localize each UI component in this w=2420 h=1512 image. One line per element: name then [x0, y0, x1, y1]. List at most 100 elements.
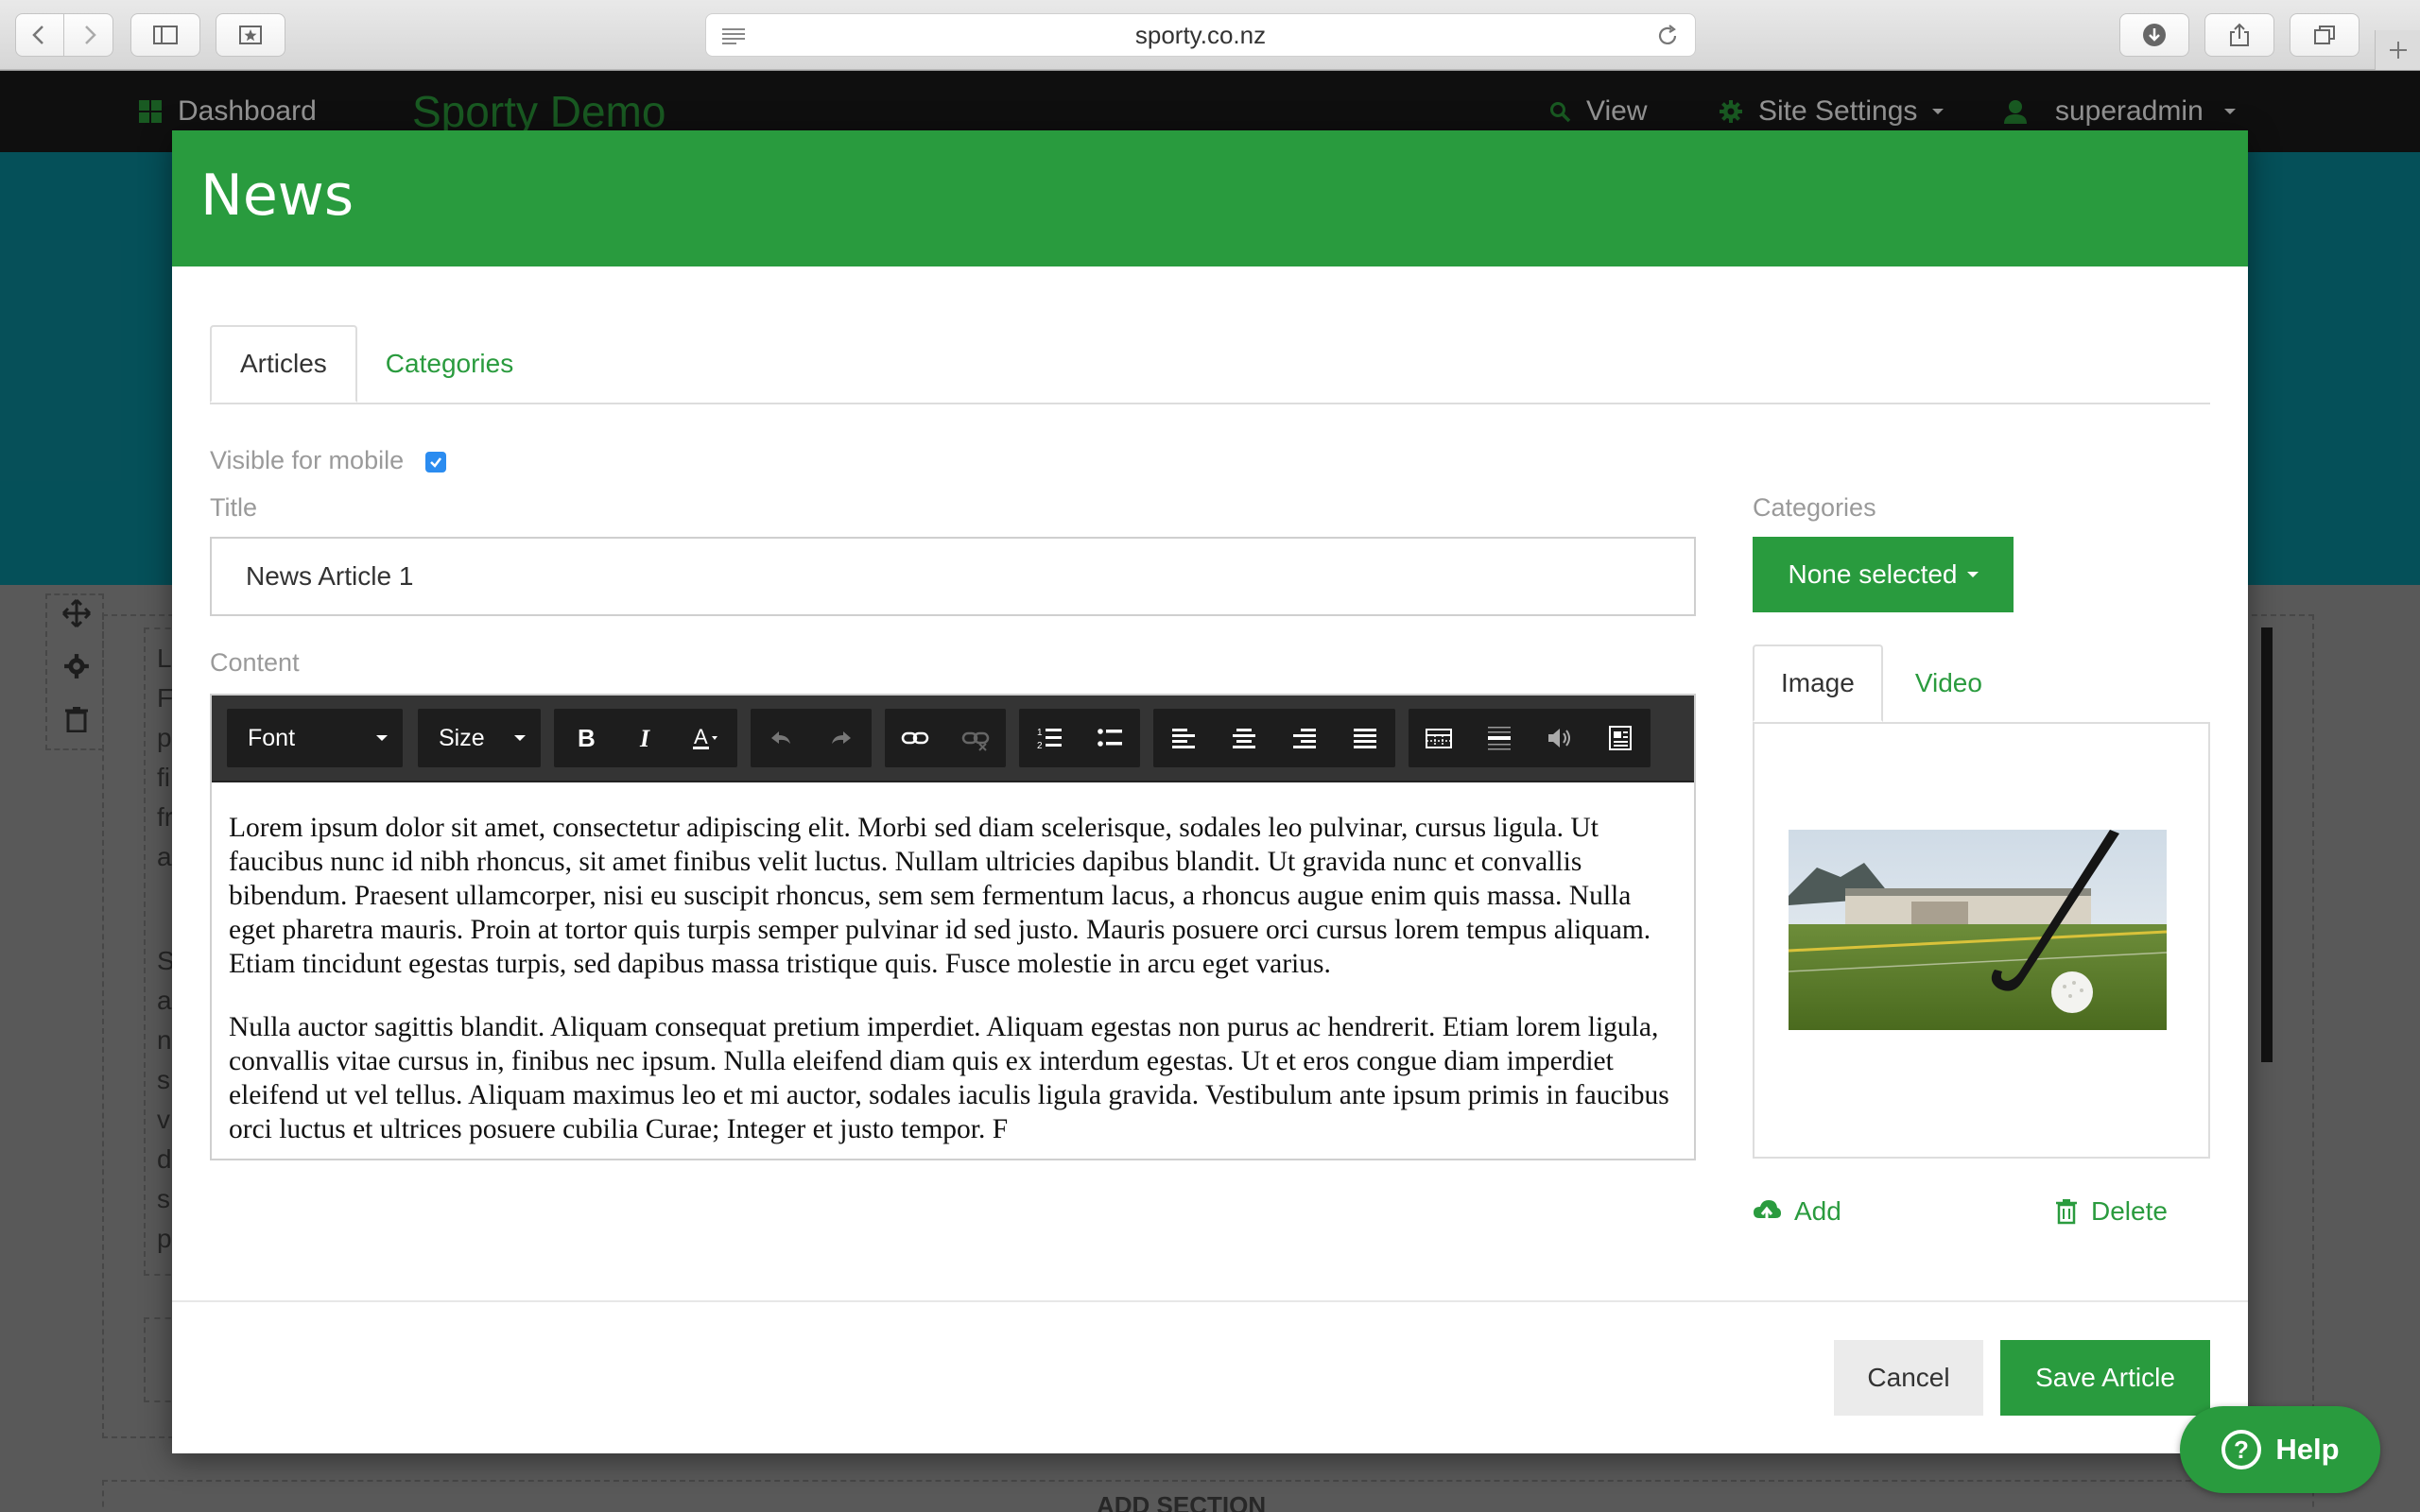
font-dropdown[interactable]: Font [227, 709, 403, 767]
help-icon: ? [2221, 1430, 2262, 1469]
delete-label: Delete [2091, 1196, 2168, 1226]
bookmarks-button[interactable] [216, 13, 285, 57]
bold-button[interactable]: B [554, 709, 614, 767]
download-icon [2143, 24, 2166, 46]
modal-footer-divider [172, 1300, 2248, 1302]
redo-button[interactable] [811, 709, 872, 767]
chevron-down-icon [514, 735, 526, 741]
reload-icon[interactable] [1653, 22, 1682, 50]
forward-button[interactable] [64, 13, 113, 57]
new-tab-button[interactable] [2375, 30, 2420, 70]
unordered-list-icon [1098, 729, 1122, 747]
modal-title: News [200, 163, 354, 229]
check-icon [430, 457, 441, 468]
article-image [1789, 830, 2167, 1030]
rich-text-editor: Font Size B I A 12 Lorem ipsum dolor sit… [210, 694, 1696, 1160]
save-article-button[interactable]: Save Article [2000, 1340, 2210, 1416]
hockey-image [1789, 830, 2167, 1030]
align-right-icon [1293, 729, 1316, 748]
tab-video[interactable]: Video [1883, 644, 2014, 722]
visible-for-mobile-label: Visible for mobile [210, 446, 405, 474]
align-justify-button[interactable] [1335, 709, 1395, 767]
svg-text:?: ? [2234, 1435, 2249, 1464]
unlink-button[interactable] [945, 709, 1006, 767]
media-icon [1609, 726, 1632, 750]
unordered-list-button[interactable] [1080, 709, 1140, 767]
forward-icon [84, 26, 96, 44]
downloads-button[interactable] [2119, 13, 2189, 57]
size-dropdown[interactable]: Size [418, 709, 541, 767]
horizontal-rule-icon [1488, 727, 1511, 750]
link-group [885, 709, 1006, 767]
unlink-icon [961, 731, 990, 751]
browser-chrome: sporty.co.nz [0, 0, 2420, 70]
categories-label: Categories [1753, 493, 1876, 522]
svg-text:2: 2 [1037, 741, 1043, 751]
undo-icon [771, 731, 790, 744]
title-input[interactable] [210, 537, 1696, 616]
history-group [751, 709, 872, 767]
align-justify-icon [1354, 729, 1376, 748]
insert-group [1409, 709, 1651, 767]
align-right-button[interactable] [1274, 709, 1335, 767]
trash-icon [2056, 1199, 2077, 1225]
add-media-button[interactable]: Add [1753, 1196, 1841, 1227]
tab-categories[interactable]: Categories [357, 325, 542, 403]
content-paragraph: Nulla auctor sagittis blandit. Aliquam c… [229, 1012, 1669, 1144]
visible-for-mobile-checkbox[interactable] [425, 452, 446, 472]
content-label: Content [210, 648, 300, 677]
reader-icon[interactable] [719, 23, 748, 49]
back-button[interactable] [15, 13, 64, 57]
editor-toolbar: Font Size B I A 12 [212, 696, 1694, 782]
help-button[interactable]: ? Help [2180, 1406, 2380, 1493]
svg-text:B: B [578, 724, 596, 752]
align-center-button[interactable] [1214, 709, 1274, 767]
editor-content[interactable]: Lorem ipsum dolor sit amet, consectetur … [212, 782, 1694, 1159]
sidebar-button[interactable] [130, 13, 200, 57]
sidebar-icon [153, 26, 178, 44]
align-group [1153, 709, 1395, 767]
tabs-icon [2314, 26, 2335, 44]
align-left-icon [1172, 729, 1195, 748]
align-left-button[interactable] [1153, 709, 1214, 767]
link-button[interactable] [885, 709, 945, 767]
delete-media-button[interactable]: Delete [2055, 1196, 2168, 1227]
back-icon [32, 26, 43, 44]
audio-button[interactable] [1530, 709, 1590, 767]
categories-dropdown[interactable]: None selected [1753, 537, 2014, 612]
undo-button[interactable] [751, 709, 811, 767]
media-tabs: Image Video [1753, 644, 2210, 724]
tabs-button[interactable] [2290, 13, 2360, 57]
italic-icon: I [639, 725, 650, 752]
media-panel [1753, 722, 2210, 1159]
table-button[interactable] [1409, 709, 1469, 767]
format-group: B I A [554, 709, 737, 767]
tab-articles[interactable]: Articles [210, 325, 357, 403]
ordered-list-icon: 12 [1037, 728, 1062, 751]
cancel-button[interactable]: Cancel [1834, 1340, 1983, 1416]
cloud-upload-icon [1754, 1200, 1781, 1224]
text-color-icon: A [693, 725, 717, 749]
size-label: Size [439, 724, 485, 751]
audio-icon [1548, 729, 1570, 747]
chevron-down-icon [376, 735, 388, 741]
media-button[interactable] [1590, 709, 1651, 767]
url-text: sporty.co.nz [1134, 20, 1267, 49]
list-group: 12 [1019, 709, 1140, 767]
text-color-button[interactable]: A [675, 709, 735, 767]
content-paragraph: Lorem ipsum dolor sit amet, consectetur … [229, 813, 1651, 979]
address-bar[interactable]: sporty.co.nz [705, 13, 1696, 57]
share-button[interactable] [2204, 13, 2274, 57]
categories-dropdown-label: None selected [1788, 559, 1958, 589]
help-label: Help [2275, 1433, 2340, 1466]
tab-image[interactable]: Image [1753, 644, 1883, 722]
horizontal-rule-button[interactable] [1469, 709, 1530, 767]
ordered-list-button[interactable]: 12 [1019, 709, 1080, 767]
font-label: Font [248, 724, 296, 751]
italic-button[interactable]: I [614, 709, 675, 767]
chevron-down-icon [1966, 572, 1979, 577]
bookmarks-icon [239, 26, 262, 44]
align-center-icon [1233, 729, 1255, 748]
modal-tabs: Articles Categories [210, 325, 2210, 404]
new-tab-icon [2389, 42, 2407, 59]
